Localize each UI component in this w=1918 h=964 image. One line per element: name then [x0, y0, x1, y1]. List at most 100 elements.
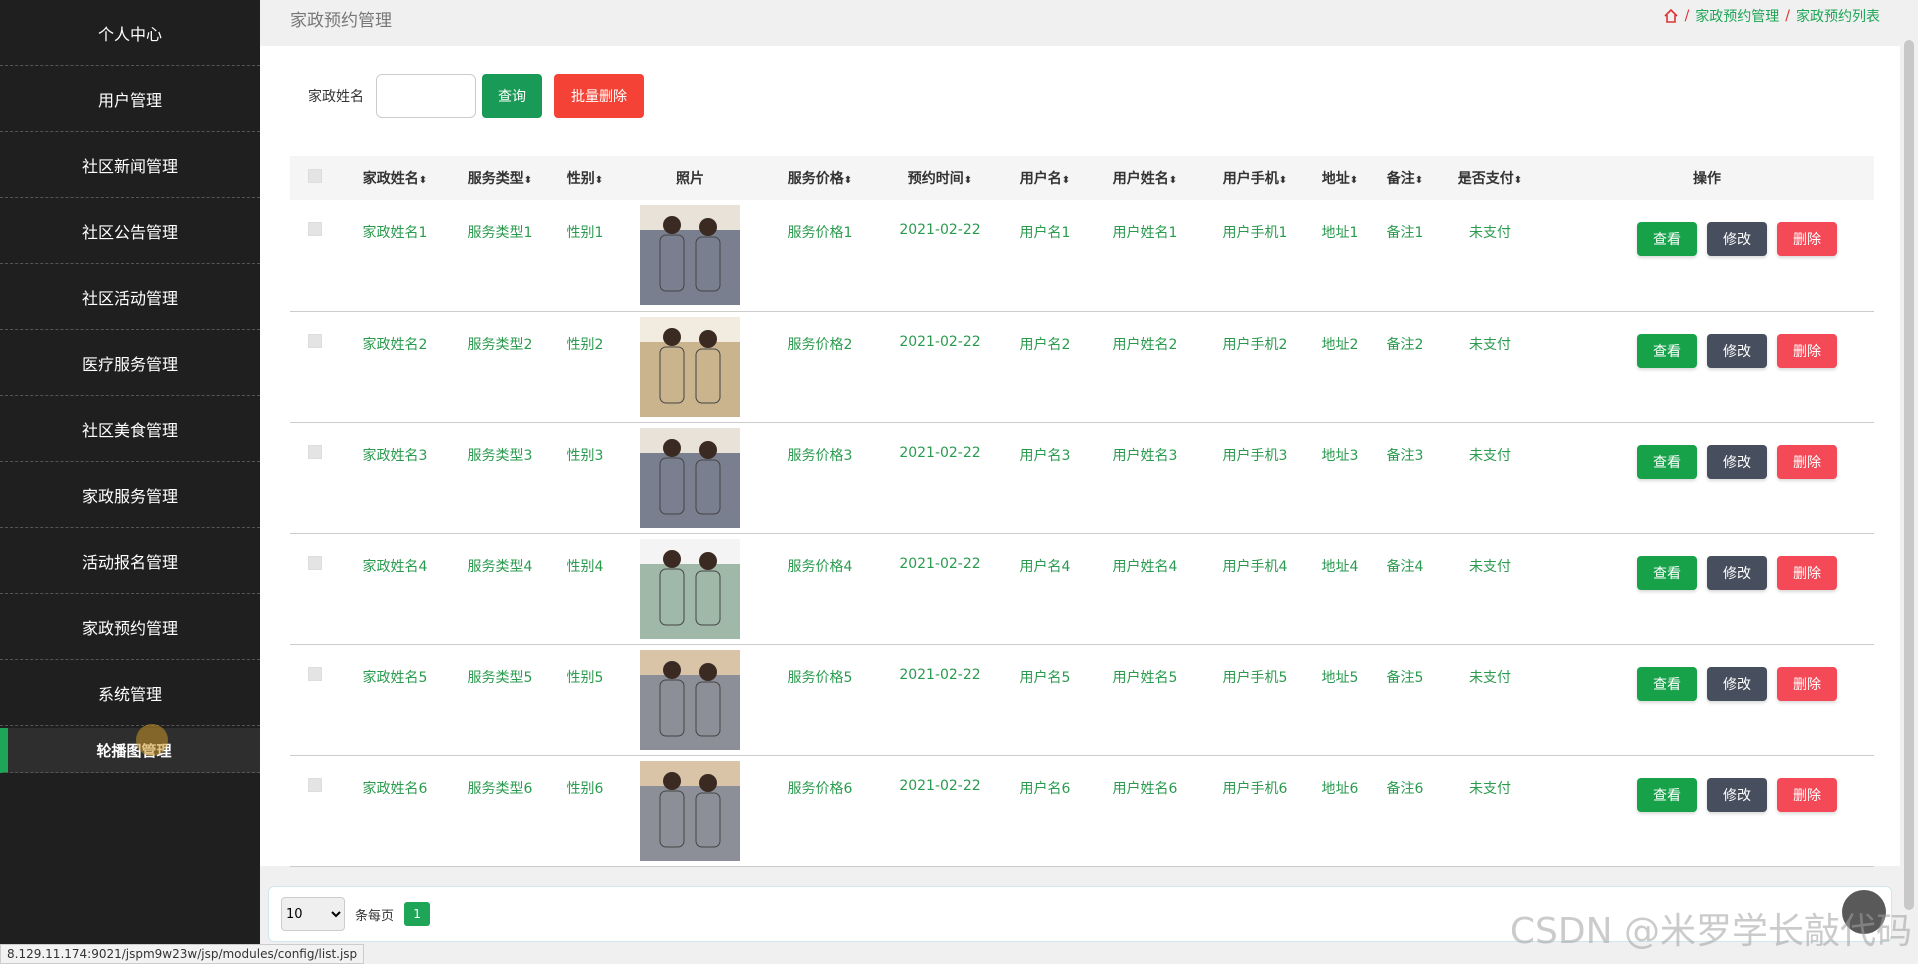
cell-gender: 性别2 [566, 336, 604, 353]
sidebar-item-community-food[interactable]: 社区美食管理 [0, 396, 260, 462]
sidebar-subitem-carousel[interactable]: 轮播图管理 [0, 728, 260, 773]
edit-button[interactable]: 修改 [1707, 333, 1767, 368]
cell-name: 家政姓名4 [362, 558, 428, 575]
column-header[interactable]: 服务价格⬍ [760, 156, 880, 200]
cell-address: 地址4 [1321, 558, 1359, 575]
sort-icon: ⬍ [843, 175, 853, 186]
sidebar-item-system-management[interactable]: 系统管理 [0, 660, 260, 726]
sidebar-item-activity-signup[interactable]: 活动报名管理 [0, 528, 260, 594]
sidebar-item-community-news[interactable]: 社区新闻管理 [0, 132, 260, 198]
delete-button[interactable]: 删除 [1777, 444, 1837, 479]
column-header-label: 服务价格 [787, 171, 844, 187]
scrollbar-thumb[interactable] [1904, 40, 1914, 910]
select-all-checkbox[interactable] [308, 169, 322, 183]
edit-button[interactable]: 修改 [1707, 444, 1767, 479]
actions-cell: 查看 修改 删除 [1540, 644, 1874, 755]
cell-gender: 性别1 [566, 225, 604, 241]
row-checkbox[interactable] [308, 555, 322, 570]
row-checkbox[interactable] [308, 444, 322, 459]
sidebar-item-community-notice[interactable]: 社区公告管理 [0, 198, 260, 264]
view-button[interactable]: 查看 [1637, 666, 1697, 701]
edit-button[interactable]: 修改 [1707, 666, 1767, 701]
page-size-select[interactable]: 10 [281, 897, 345, 931]
delete-button[interactable]: 删除 [1777, 666, 1837, 701]
column-header[interactable]: 性别⬍ [550, 156, 620, 200]
sidebar: 个人中心 用户管理 社区新闻管理 社区公告管理 社区活动管理 医疗服务管理 社区… [0, 0, 260, 964]
view-button[interactable]: 查看 [1637, 333, 1697, 368]
per-page-label: 条每页 [355, 908, 395, 924]
sidebar-item-community-activity[interactable]: 社区活动管理 [0, 264, 260, 330]
sort-icon: ⬍ [1061, 175, 1071, 186]
sidebar-item-label: 个人中心 [97, 24, 162, 44]
cell-username: 用户名3 [1019, 447, 1071, 464]
column-header[interactable]: 预约时间⬍ [880, 156, 1000, 200]
staff-uniform-photo[interactable] [640, 316, 740, 417]
breadcrumb-separator: / [1785, 8, 1790, 24]
row-select-cell [290, 422, 340, 533]
cell-address: 地址1 [1321, 225, 1359, 241]
row-checkbox[interactable] [308, 666, 322, 681]
scrollbar[interactable] [1900, 0, 1918, 964]
cell-price: 服务价格4 [787, 558, 853, 575]
cell-gender: 性别6 [566, 780, 604, 797]
column-header[interactable]: 服务类型⬍ [450, 156, 550, 200]
column-header-label: 是否支付 [1457, 171, 1514, 187]
delete-button[interactable]: 删除 [1777, 333, 1837, 368]
column-header: 操作 [1540, 156, 1874, 200]
edit-button[interactable]: 修改 [1707, 777, 1767, 812]
column-header[interactable]: 用户名⬍ [1000, 156, 1090, 200]
cell-time: 2021-02-22 [899, 333, 981, 350]
sort-icon: ⬍ [1278, 175, 1288, 186]
cell-user_fullname: 用户姓名3 [1112, 447, 1178, 464]
column-header[interactable]: 备注⬍ [1370, 156, 1440, 200]
delete-button[interactable]: 删除 [1777, 777, 1837, 812]
row-select-cell [290, 311, 340, 422]
breadcrumb-item-booking-management[interactable]: 家政预约管理 [1695, 6, 1779, 26]
sidebar-item-housekeeping-service[interactable]: 家政服务管理 [0, 462, 260, 528]
cell-phone: 用户手机6 [1222, 780, 1288, 797]
search-input[interactable] [376, 74, 476, 118]
staff-uniform-photo[interactable] [640, 205, 740, 305]
delete-button[interactable]: 删除 [1777, 222, 1837, 256]
sidebar-item-personal-center[interactable]: 个人中心 [0, 0, 260, 66]
column-header[interactable]: 是否支付⬍ [1440, 156, 1540, 200]
edit-button[interactable]: 修改 [1707, 555, 1767, 590]
row-checkbox[interactable] [308, 222, 322, 236]
cell-type: 服务类型6 [467, 780, 533, 797]
column-header[interactable]: 家政姓名⬍ [340, 156, 450, 200]
page-number-button[interactable]: 1 [404, 902, 431, 926]
sidebar-item-user-management[interactable]: 用户管理 [0, 66, 260, 132]
column-header[interactable]: 用户姓名⬍ [1090, 156, 1200, 200]
sidebar-item-housekeeping-booking[interactable]: 家政预约管理 [0, 594, 260, 660]
view-button[interactable]: 查看 [1637, 555, 1697, 590]
sidebar-item-medical-service[interactable]: 医疗服务管理 [0, 330, 260, 396]
view-button[interactable]: 查看 [1637, 222, 1697, 256]
staff-uniform-photo[interactable] [640, 538, 740, 639]
actions-cell: 查看 修改 删除 [1540, 422, 1874, 533]
home-icon[interactable] [1663, 8, 1679, 24]
person-silhouette-icon [659, 549, 721, 625]
column-header[interactable]: 用户手机⬍ [1200, 156, 1310, 200]
query-button[interactable]: 查询 [482, 74, 542, 118]
edit-button[interactable]: 修改 [1707, 222, 1767, 256]
staff-uniform-photo[interactable] [640, 649, 740, 750]
sort-icon: ⬍ [1414, 175, 1424, 186]
row-checkbox[interactable] [308, 777, 322, 792]
topbar: 家政预约管理 / 家政预约管理 / 家政预约列表 [260, 0, 1900, 46]
delete-button[interactable]: 删除 [1777, 555, 1837, 590]
view-button[interactable]: 查看 [1637, 777, 1697, 812]
breadcrumb-item-booking-list[interactable]: 家政预约列表 [1796, 6, 1880, 26]
column-header[interactable]: 地址⬍ [1310, 156, 1370, 200]
column-header-label: 操作 [1693, 171, 1721, 187]
view-button[interactable]: 查看 [1637, 444, 1697, 479]
staff-uniform-photo[interactable] [640, 427, 740, 528]
cell-username: 用户名1 [1019, 225, 1071, 241]
person-silhouette-icon [659, 216, 721, 292]
cell-time: 2021-02-22 [899, 444, 981, 461]
staff-uniform-photo[interactable] [640, 760, 740, 861]
sidebar-item-label: 医疗服务管理 [81, 354, 178, 374]
batch-delete-button[interactable]: 批量删除 [554, 74, 644, 118]
cell-address: 地址2 [1321, 336, 1359, 353]
row-actions: 查看 修改 删除 [1540, 222, 1874, 256]
row-checkbox[interactable] [308, 333, 322, 348]
